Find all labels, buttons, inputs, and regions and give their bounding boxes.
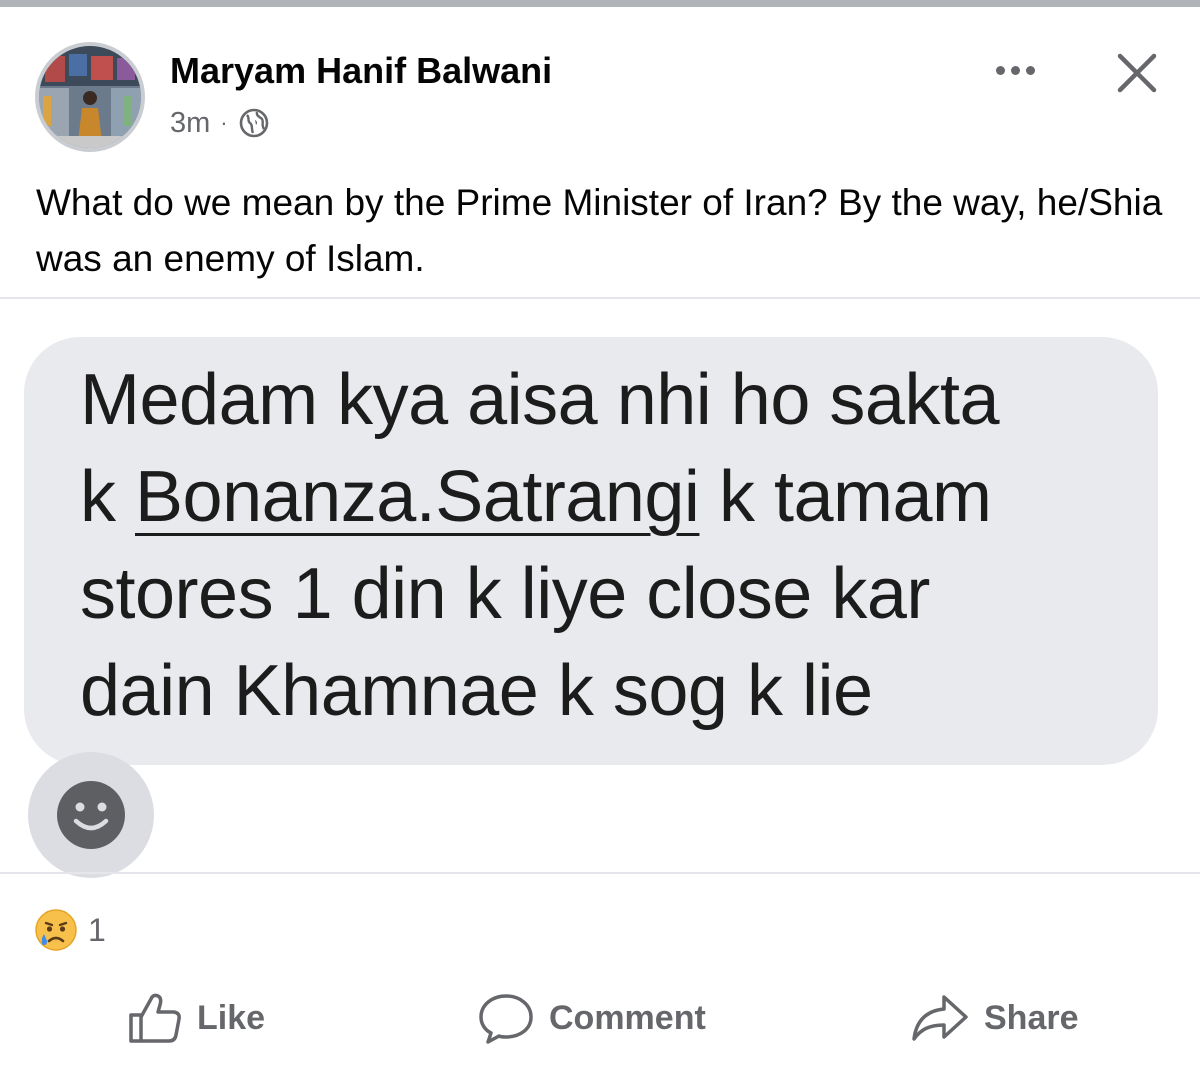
post-timestamp[interactable]: 3m — [170, 107, 210, 140]
emoji-reaction-button — [28, 752, 154, 878]
like-label: Like — [197, 998, 266, 1037]
top-divider — [0, 0, 1200, 7]
smiley-face-icon — [57, 781, 125, 849]
sad-crying-face-icon — [35, 909, 77, 951]
share-arrow-icon — [912, 995, 968, 1041]
avatar-image — [39, 46, 141, 148]
close-icon — [1117, 53, 1157, 93]
share-label: Share — [984, 998, 1079, 1037]
comment-bubble-icon — [479, 994, 533, 1044]
share-button[interactable]: Share — [910, 990, 1079, 1046]
media-bottom-divider — [0, 872, 1200, 874]
close-button[interactable] — [1112, 48, 1162, 98]
message-line-2-prefix: k — [80, 457, 136, 537]
message-line-3: stores 1 din k liye close kar — [80, 554, 930, 634]
message-line-2-suffix: k tamam — [699, 457, 992, 537]
thumbs-up-icon — [129, 993, 181, 1043]
more-dots-icon — [1010, 65, 1020, 75]
author-avatar[interactable] — [35, 42, 145, 152]
comment-label: Comment — [549, 998, 706, 1037]
message-line-4: dain Khamnae k sog k lie — [80, 651, 873, 731]
reaction-count: 1 — [88, 911, 106, 948]
like-button[interactable]: Like — [127, 990, 265, 1046]
author-name[interactable]: Maryam Hanif Balwani — [170, 50, 552, 92]
reaction-summary[interactable]: 1 — [34, 908, 106, 952]
post-image[interactable]: Medam kya aisa nhi ho sakta k Bonanza.Sat… — [0, 299, 1200, 878]
message-line-1: Medam kya aisa nhi ho sakta — [80, 360, 999, 440]
more-options-button[interactable] — [985, 50, 1045, 90]
more-dots-icon — [995, 65, 1005, 75]
meta-separator: · — [220, 110, 228, 135]
message-text: Medam kya aisa nhi ho sakta k Bonanza.Sat… — [80, 352, 1150, 740]
message-link: Bonanza.Satrangi — [135, 457, 700, 537]
globe-icon[interactable] — [238, 107, 270, 139]
more-dots-icon — [1025, 65, 1035, 75]
post-caption: What do we mean by the Prime Minister of… — [36, 182, 1163, 279]
comment-button[interactable]: Comment — [477, 990, 706, 1046]
post-meta: 3m · — [170, 103, 270, 143]
